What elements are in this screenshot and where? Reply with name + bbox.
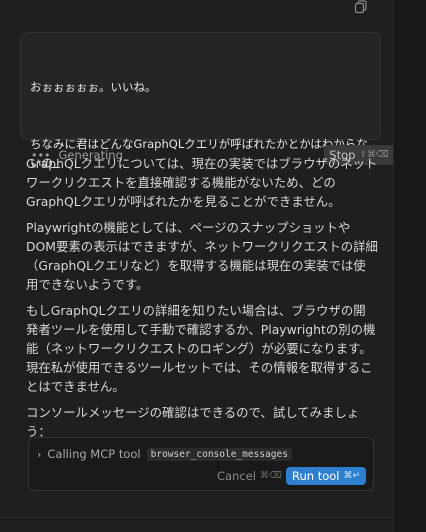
tool-call-label: Calling MCP tool — [47, 447, 141, 461]
assistant-message: GraphQLクエリについては、現在の実装ではブラウザのネットワークリクエストを… — [26, 154, 378, 448]
composer-line-1: おぉぉぉぉぉ。いいね。 — [30, 80, 157, 94]
divider — [0, 517, 393, 518]
run-tool-label: Run tool — [291, 469, 340, 483]
run-tool-button[interactable]: Run tool ⌘↵ — [286, 467, 366, 485]
tool-call-card: › Calling MCP tool browser_console_messa… — [28, 437, 374, 491]
chat-panel: おぉぉぉぉぉ。いいね。 ちなみに君はどんなGraphQLクエリが呼ばれたかとかは… — [0, 0, 394, 532]
side-gutter — [393, 0, 426, 532]
chevron-right-icon[interactable]: › — [37, 448, 41, 461]
message-paragraph: Playwrightの機能としては、ページのスナップショットやDOM要素の表示は… — [26, 220, 378, 292]
cancel-shortcut: ⌘⌫ — [259, 471, 282, 481]
tool-call-header[interactable]: › Calling MCP tool browser_console_messa… — [37, 446, 292, 462]
tool-name-badge: browser_console_messages — [146, 447, 292, 461]
cancel-button[interactable]: Cancel ⌘⌫ — [217, 468, 282, 484]
message-paragraph: もしGraphQLクエリの詳細を知りたい場合は、ブラウザの開発者ツールを使用して… — [26, 303, 376, 394]
cancel-label: Cancel — [217, 469, 256, 483]
chat-composer[interactable]: おぉぉぉぉぉ。いいね。 ちなみに君はどんなGraphQLクエリが呼ばれたかとかは… — [20, 32, 394, 170]
run-tool-shortcut: ⌘↵ — [343, 471, 361, 481]
message-paragraph: GraphQLクエリについては、現在の実装ではブラウザのネットワークリクエストを… — [26, 156, 378, 209]
copy-icon[interactable] — [354, 0, 370, 14]
message-paragraph: コンソールメッセージの確認はできるので、試してみましょう： — [26, 405, 360, 439]
